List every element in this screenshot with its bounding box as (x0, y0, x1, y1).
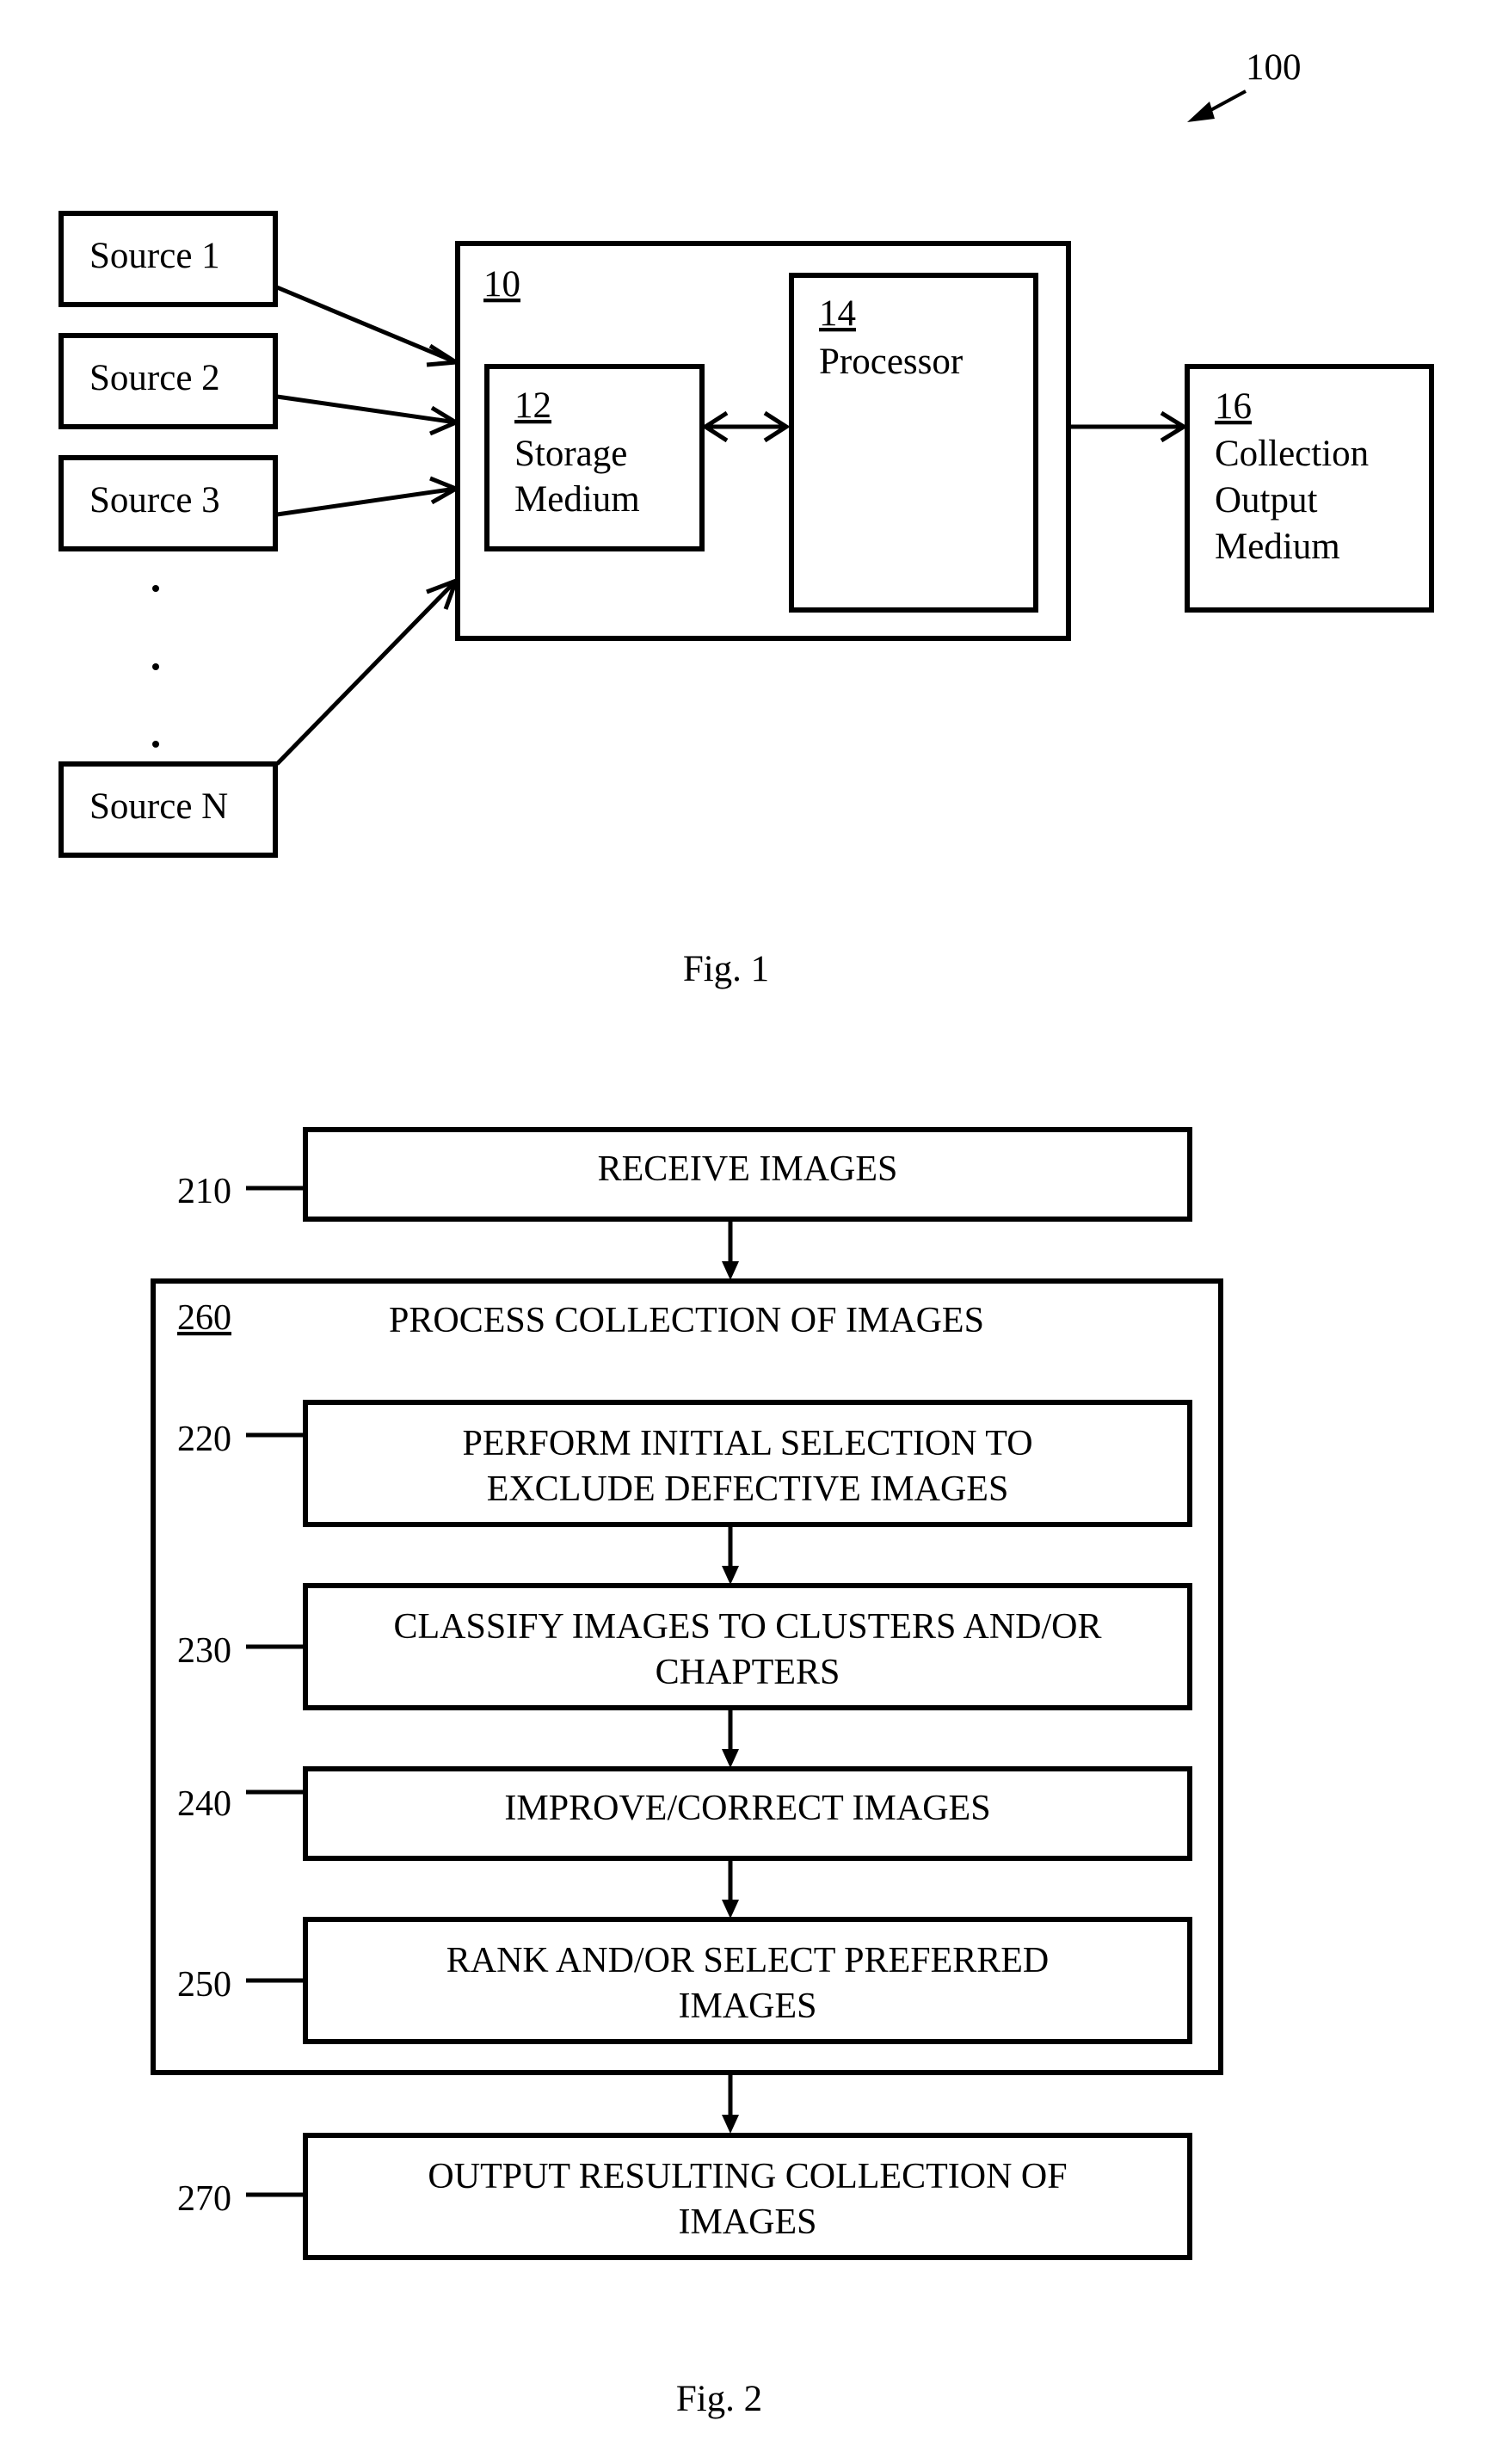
step-ref: 210 (177, 1172, 231, 1211)
figure-1: 100 Source 1 Source 2 Source 3 Source N (58, 47, 1434, 989)
source-label: Source N (89, 786, 228, 827)
device-output-arrow (1069, 410, 1188, 443)
ellipsis-dots (152, 585, 159, 748)
system-ref-label: 100 (1246, 47, 1302, 88)
source-box-3: Source 3 (58, 455, 278, 551)
processor-box: 14 Processor (789, 273, 1038, 613)
step-label: EXCLUDE DEFECTIVE IMAGES (487, 1469, 1009, 1509)
source-3-arrow (276, 476, 461, 517)
storage-ref: 12 (514, 385, 551, 426)
source-n-arrow (275, 576, 460, 766)
system-ref-arrow-icon (1187, 89, 1247, 122)
storage-label-line: Storage (514, 434, 627, 474)
storage-label-line: Medium (514, 479, 640, 520)
figure-2-caption: Fig. 2 (676, 2379, 762, 2419)
step-label: CHAPTERS (656, 1653, 840, 1692)
step-ref: 240 (177, 1784, 231, 1824)
collection-output-box: 16 Collection Output Medium (1185, 364, 1434, 613)
source-box-1: Source 1 (58, 211, 278, 307)
processor-ref: 14 (819, 293, 856, 334)
step-210-box: RECEIVE IMAGES 210 (177, 1127, 1192, 1222)
step-250-box: RANK AND/OR SELECT PREFERRED IMAGES 250 (177, 1917, 1192, 2044)
source-label: Source 1 (89, 236, 220, 276)
source-2-arrow (276, 394, 461, 436)
arrow-260-270 (722, 2075, 739, 2134)
step-270-box: OUTPUT RESULTING COLLECTION OF IMAGES 27… (177, 2133, 1192, 2260)
output-label-line: Output (1215, 480, 1318, 521)
step-ref: 250 (177, 1965, 231, 2005)
output-label-line: Collection (1215, 434, 1369, 474)
container-ref: 260 (177, 1298, 231, 1338)
processor-label: Processor (819, 342, 963, 382)
step-220-box: PERFORM INITIAL SELECTION TO EXCLUDE DEF… (177, 1400, 1192, 1527)
source-label: Source 3 (89, 480, 220, 521)
step-label: RECEIVE IMAGES (598, 1149, 898, 1189)
step-label: IMAGES (678, 1987, 816, 2026)
figure-2: RECEIVE IMAGES 210 260 PROCESS COLLECTIO… (151, 1127, 1223, 2419)
output-ref: 16 (1215, 386, 1252, 427)
step-240-box: IMPROVE/CORRECT IMAGES 240 (177, 1766, 1192, 1861)
step-label: IMPROVE/CORRECT IMAGES (504, 1789, 990, 1828)
patent-figures: 100 Source 1 Source 2 Source 3 Source N (58, 47, 1434, 2419)
source-label: Source 2 (89, 358, 220, 398)
figure-1-caption: Fig. 1 (683, 949, 769, 989)
storage-medium-box: 12 Storage Medium (484, 364, 705, 551)
step-label: RANK AND/OR SELECT PREFERRED (446, 1941, 1050, 1980)
source-1-arrow (276, 285, 463, 367)
step-ref: 220 (177, 1420, 231, 1459)
step-label: IMAGES (678, 2202, 816, 2242)
source-box-2: Source 2 (58, 333, 278, 429)
container-title: PROCESS COLLECTION OF IMAGES (389, 1301, 984, 1340)
source-box-n: Source N (58, 761, 278, 858)
device-ref: 10 (483, 264, 520, 305)
step-ref: 230 (177, 1631, 231, 1671)
step-label: PERFORM INITIAL SELECTION TO (462, 1424, 1032, 1463)
step-ref: 270 (177, 2179, 231, 2219)
output-label-line: Medium (1215, 527, 1340, 567)
arrow-210-260 (722, 1222, 739, 1280)
step-label: OUTPUT RESULTING COLLECTION OF (428, 2157, 1067, 2196)
step-label: CLASSIFY IMAGES TO CLUSTERS AND/OR (393, 1607, 1101, 1647)
step-230-box: CLASSIFY IMAGES TO CLUSTERS AND/OR CHAPT… (177, 1583, 1192, 1710)
